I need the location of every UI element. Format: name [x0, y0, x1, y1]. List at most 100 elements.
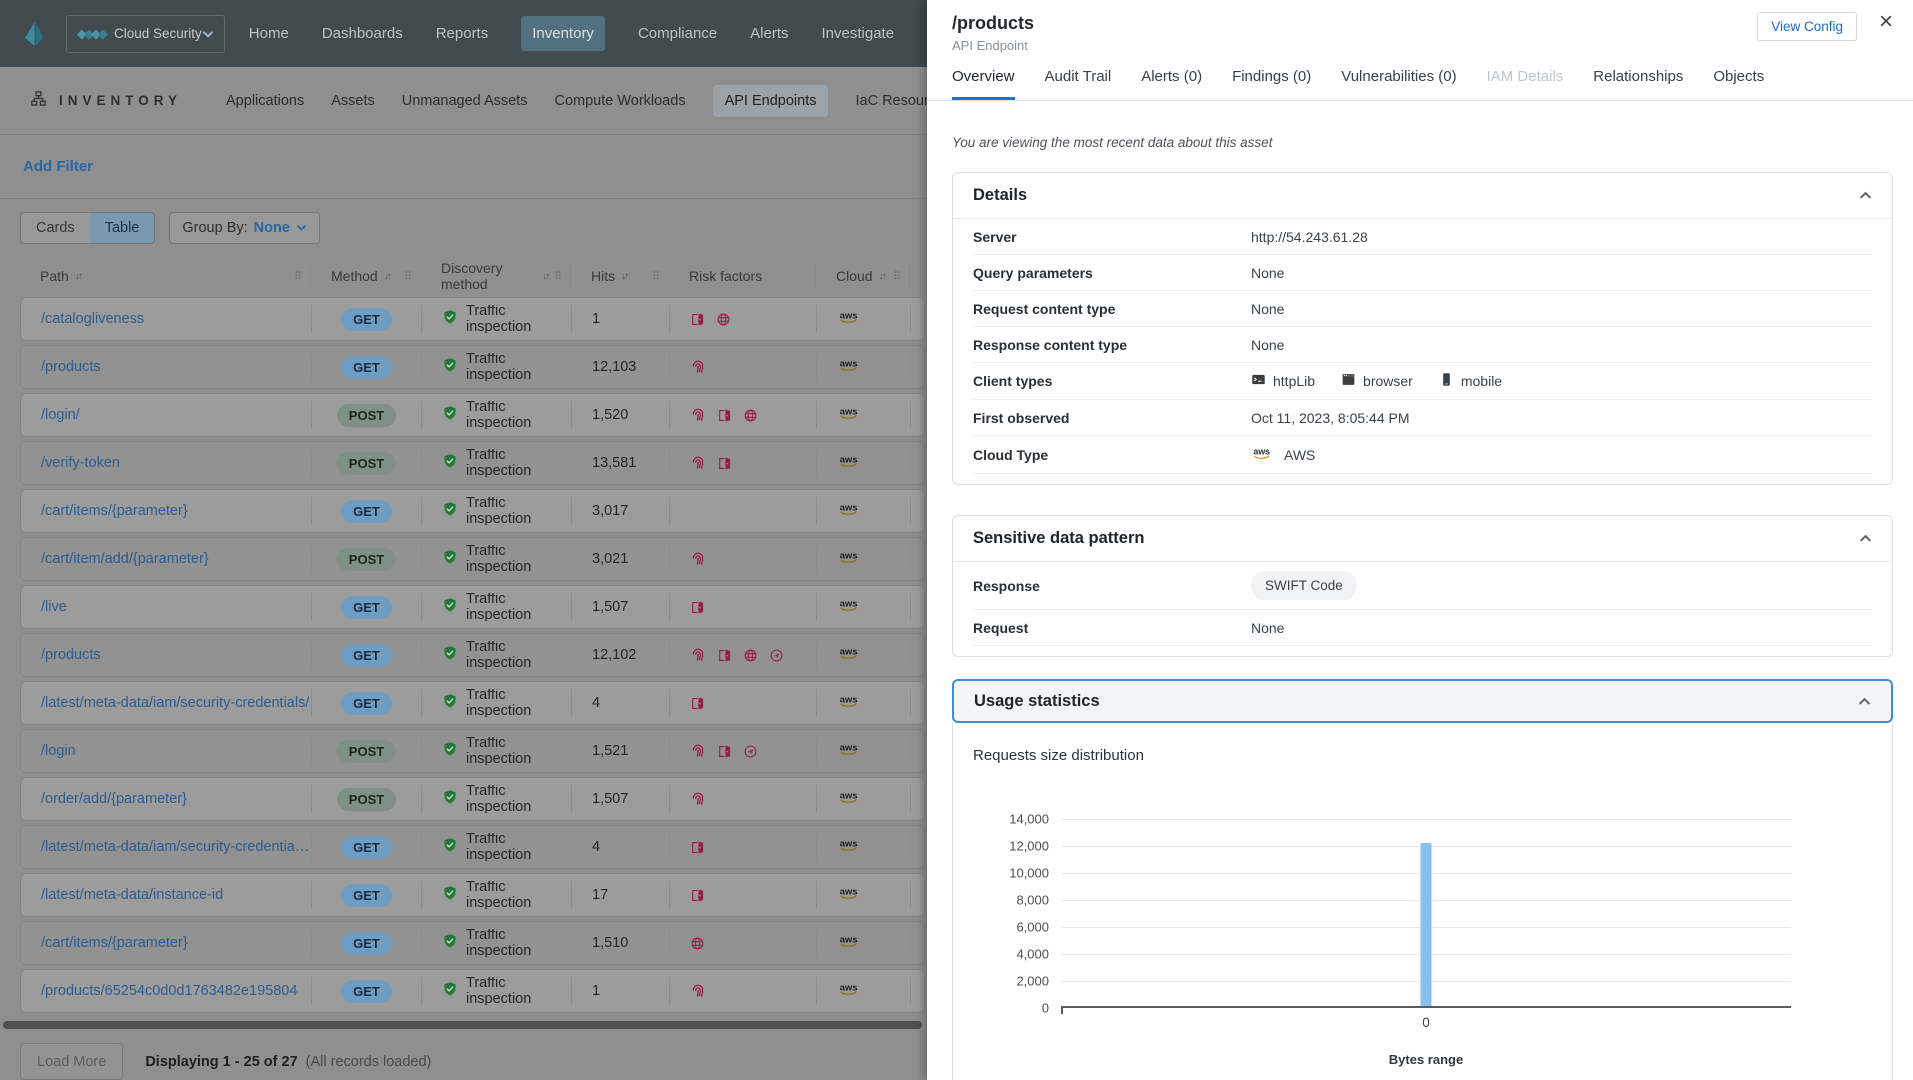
- table-row[interactable]: /catalogliveness GET Traffic inspection …: [20, 297, 925, 341]
- risk-factors-cell: [669, 305, 816, 333]
- tab-findings[interactable]: Findings (0): [1232, 68, 1311, 100]
- table-row[interactable]: /latest/meta-data/iam/security-credentia…: [20, 681, 925, 725]
- path-link[interactable]: /latest/meta-data/iam/security-credentia…: [41, 695, 309, 711]
- path-link[interactable]: /verify-token: [41, 455, 120, 471]
- cloud-cell: aws: [816, 881, 910, 909]
- add-filter-button[interactable]: Add Filter: [23, 158, 93, 175]
- table-row[interactable]: /live GET Traffic inspection 1,507 aws: [20, 585, 925, 629]
- table-row[interactable]: /order/add/{parameter} POST Traffic insp…: [20, 777, 925, 821]
- method-badge: GET: [341, 884, 392, 907]
- subnav-item-iac-resources[interactable]: IaC Resources: [855, 93, 927, 109]
- path-link[interactable]: /catalogliveness: [41, 311, 144, 327]
- sort-icon[interactable]: ↓↑: [879, 271, 885, 282]
- group-by-value: None: [254, 220, 290, 236]
- usage-statistics-header[interactable]: Usage statistics: [952, 679, 1893, 723]
- path-link[interactable]: /latest/meta-data/iam/security-credentia…: [41, 839, 311, 855]
- nav-item-home[interactable]: Home: [249, 25, 289, 42]
- sort-icon[interactable]: ↓↑: [621, 271, 627, 282]
- sensitive-pattern-badge: SWIFT Code: [1251, 571, 1357, 600]
- scrollbar-thumb[interactable]: [3, 1021, 922, 1029]
- hits-value: 3,017: [571, 497, 669, 525]
- path-link[interactable]: /cart/item/add/{parameter}: [41, 551, 209, 567]
- subnav-item-applications[interactable]: Applications: [226, 93, 304, 109]
- svg-text:aws: aws: [840, 358, 858, 369]
- sensitive-data-card-header[interactable]: Sensitive data pattern: [953, 516, 1892, 562]
- table-row[interactable]: /verify-token POST Traffic inspection 13…: [20, 441, 925, 485]
- door-icon: [717, 408, 732, 423]
- product-selector[interactable]: ◆◆◆◆ Cloud Security: [66, 15, 225, 53]
- method-badge: POST: [337, 740, 396, 763]
- chevron-up-icon[interactable]: [1859, 186, 1872, 205]
- table-row[interactable]: /cart/items/{parameter} GET Traffic insp…: [20, 921, 925, 965]
- nav-item-inventory[interactable]: Inventory: [521, 16, 605, 51]
- path-link[interactable]: /cart/items/{parameter}: [41, 503, 188, 519]
- path-link[interactable]: /order/add/{parameter}: [41, 791, 187, 807]
- brand-logo-icon[interactable]: [22, 21, 46, 47]
- path-link[interactable]: /products: [41, 647, 101, 663]
- table-view-button[interactable]: Table: [90, 213, 155, 243]
- subnav-item-assets[interactable]: Assets: [331, 93, 375, 109]
- cards-view-button[interactable]: Cards: [21, 213, 90, 243]
- nav-item-investigate[interactable]: Investigate: [822, 25, 895, 42]
- tab-alerts[interactable]: Alerts (0): [1141, 68, 1202, 100]
- nav-item-alerts[interactable]: Alerts: [750, 25, 788, 42]
- aws-icon: aws: [837, 980, 864, 1002]
- subnav-item-api-endpoints[interactable]: API Endpoints: [713, 85, 829, 117]
- nav-item-compliance[interactable]: Compliance: [638, 25, 717, 42]
- tab-overview[interactable]: Overview: [952, 68, 1015, 100]
- details-card-body: Server http://54.243.61.28 Query paramet…: [953, 219, 1892, 484]
- sort-icon[interactable]: ↓↑: [75, 271, 81, 282]
- drag-handle-icon[interactable]: ⠿: [554, 270, 562, 283]
- path-link[interactable]: /login: [41, 743, 76, 759]
- subnav-item-compute-workloads[interactable]: Compute Workloads: [554, 93, 685, 109]
- subnav-item-unmanaged-assets[interactable]: Unmanaged Assets: [402, 93, 528, 109]
- cloud-cell: aws: [816, 593, 910, 621]
- risk-factors-cell: [669, 785, 816, 813]
- drag-handle-icon[interactable]: ⠿: [652, 270, 660, 283]
- subnav-items: Applications Assets Unmanaged Assets Com…: [226, 85, 927, 117]
- table-row[interactable]: /latest/meta-data/instance-id GET Traffi…: [20, 873, 925, 917]
- shield-check-icon: [442, 933, 458, 953]
- tab-vulnerabilities[interactable]: Vulnerabilities (0): [1341, 68, 1456, 100]
- tab-relationships[interactable]: Relationships: [1593, 68, 1683, 100]
- table-row[interactable]: /latest/meta-data/iam/security-credentia…: [20, 825, 925, 869]
- path-link[interactable]: /live: [41, 599, 67, 615]
- path-link[interactable]: /latest/meta-data/instance-id: [41, 887, 223, 903]
- table-row[interactable]: /products/65254c0d0d1763482e195804 GET T…: [20, 969, 925, 1013]
- y-axis-tick-label: 12,000: [1009, 839, 1049, 854]
- hits-value: 12,102: [571, 641, 669, 669]
- chevron-up-icon[interactable]: [1858, 692, 1871, 711]
- table-row[interactable]: /cart/items/{parameter} GET Traffic insp…: [20, 489, 925, 533]
- load-more-button[interactable]: Load More: [20, 1043, 123, 1080]
- drag-handle-icon[interactable]: ⠿: [404, 270, 412, 283]
- drag-handle-icon[interactable]: ⠿: [294, 270, 302, 283]
- view-config-button[interactable]: View Config: [1757, 12, 1857, 41]
- extra-cell: [910, 401, 927, 429]
- chevron-up-icon[interactable]: [1859, 529, 1872, 548]
- filter-bar: Add Filter: [0, 135, 927, 199]
- table-row[interactable]: /products GET Traffic inspection 12,103 …: [20, 345, 925, 389]
- table-row[interactable]: /login POST Traffic inspection 1,521 aws: [20, 729, 925, 773]
- close-icon[interactable]: ×: [1879, 10, 1893, 34]
- table-row[interactable]: /cart/item/add/{parameter} POST Traffic …: [20, 537, 925, 581]
- door-icon: [690, 840, 705, 855]
- sort-icon[interactable]: ↓↑: [542, 271, 548, 282]
- path-link[interactable]: /cart/items/{parameter}: [41, 935, 188, 951]
- drawer-subtitle: API Endpoint: [952, 38, 1893, 53]
- path-link[interactable]: /products/65254c0d0d1763482e195804: [41, 983, 297, 999]
- tab-objects[interactable]: Objects: [1713, 68, 1764, 100]
- table-row[interactable]: /login/ POST Traffic inspection 1,520 aw…: [20, 393, 925, 437]
- path-link[interactable]: /products: [41, 359, 101, 375]
- nav-item-dashboards[interactable]: Dashboards: [322, 25, 403, 42]
- path-link[interactable]: /login/: [41, 407, 80, 423]
- cloud-cell: aws: [816, 929, 910, 957]
- sort-icon[interactable]: ↓↑: [384, 271, 390, 282]
- drag-handle-icon[interactable]: ⠿: [893, 270, 901, 283]
- table-row[interactable]: /products GET Traffic inspection 12,102 …: [20, 633, 925, 677]
- details-card-header[interactable]: Details: [953, 173, 1892, 219]
- shield-check-icon: [442, 405, 458, 425]
- nav-item-reports[interactable]: Reports: [436, 25, 489, 42]
- group-by-dropdown[interactable]: Group By: None: [169, 212, 320, 244]
- tab-audit-trail[interactable]: Audit Trail: [1045, 68, 1112, 100]
- top-nav-items: Home Dashboards Reports Inventory Compli…: [249, 16, 927, 51]
